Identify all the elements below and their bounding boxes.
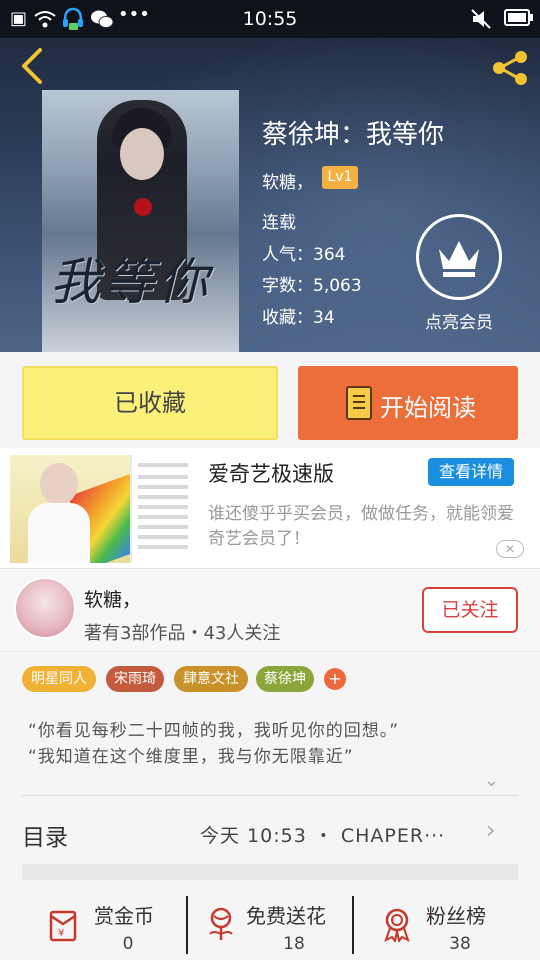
chevron-right-icon[interactable]: › [486, 816, 496, 844]
stat-flowers-label: 免费送花 [246, 904, 326, 928]
start-reading-button[interactable]: 开始阅读 [298, 366, 518, 440]
book-header: ▣ ••• 10:55 我等你 蔡徐坤：我等你 软糖， Lv1 连载 人气：36… [0, 0, 540, 352]
book-title: 蔡徐坤：我等你 [262, 120, 445, 150]
saved-button[interactable]: 已收藏 [22, 366, 278, 440]
cover-title: 我等你 [50, 253, 212, 311]
add-tag-button[interactable]: + [324, 668, 346, 690]
status-time: 10:55 [242, 8, 298, 30]
author-stats: 著有3部作品・43人关注 [84, 623, 281, 644]
stat-flowers-value: 18 [283, 934, 305, 954]
cover-face [120, 128, 164, 180]
stat-fans-label: 粉丝榜 [426, 904, 486, 928]
book-author[interactable]: 软糖， [262, 168, 313, 193]
ad-banner[interactable]: 爱奇艺极速版 查看详情 谁还傻乎乎买会员，做做任务，就能领爱奇艺会员了！ ✕ [0, 448, 540, 568]
author-row[interactable]: 软糖， 著有3部作品・43人关注 已关注 [0, 568, 540, 652]
ad-image[interactable] [10, 455, 194, 563]
tag-item[interactable]: 蔡徐坤 [256, 666, 314, 692]
red-envelope-icon: ¥ [49, 910, 77, 942]
follow-button[interactable]: 已关注 [422, 587, 518, 633]
book-popularity: 人气：364 [262, 245, 346, 265]
author-name: 软糖， [84, 589, 142, 611]
toc-latest-chapter[interactable]: 今天 10:53 ・ CHAPER··· [200, 821, 445, 848]
ad-title: 爱奇艺极速版 [208, 462, 334, 486]
ad-detail-button[interactable]: 查看详情 [428, 458, 514, 486]
vip-label[interactable]: 点亮会员 [410, 308, 508, 333]
ad-description: 谁还傻乎乎买会员，做做任务，就能领爱奇艺会员了！ [208, 504, 514, 549]
battery-icon [504, 9, 533, 26]
stat-coins-value: 0 [122, 934, 134, 954]
start-reading-label: 开始阅读 [380, 394, 476, 422]
stat-fans-value: 38 [449, 934, 471, 954]
vip-button[interactable] [416, 214, 502, 300]
stat-coins[interactable]: ¥ 赏金币 0 [0, 890, 176, 960]
section-gap [22, 864, 518, 880]
book-favorites: 收藏：34 [262, 308, 335, 328]
tag-item[interactable]: 肆意文社 [174, 666, 248, 692]
book-cover[interactable]: 我等你 [42, 90, 239, 352]
toc-label[interactable]: 目录 [22, 818, 68, 852]
svg-text:¥: ¥ [58, 928, 64, 939]
tag-item[interactable]: 明星同人 [22, 666, 96, 692]
divider [22, 795, 518, 796]
crown-icon [439, 241, 479, 277]
medal-icon [384, 908, 410, 942]
book-quote: “你看见每秒二十四帧的我，我听见你的回想。” [28, 721, 400, 741]
cover-rose [134, 198, 152, 216]
level-badge: Lv1 [322, 166, 358, 189]
author-avatar[interactable] [14, 577, 76, 639]
status-bar: ▣ ••• 10:55 [0, 0, 540, 38]
expand-chevron-icon[interactable]: ⌄ [484, 770, 499, 791]
book-word-count: 字数：5,063 [262, 276, 362, 296]
mute-icon [471, 9, 491, 29]
book-icon [346, 386, 372, 420]
tag-item[interactable]: 宋雨琦 [106, 666, 164, 692]
back-arrow-icon[interactable] [14, 46, 54, 86]
stat-flowers[interactable]: 免费送花 18 [188, 890, 364, 960]
stat-coins-label: 赏金币 [94, 904, 154, 928]
book-quote: “我知道在这个维度里，我与你无限靠近” [28, 747, 354, 767]
share-icon[interactable] [490, 50, 530, 86]
bottom-stats: ¥ 赏金币 0 免费送花 18 粉丝榜 38 [0, 890, 540, 960]
ad-close-icon[interactable]: ✕ [496, 540, 524, 558]
flower-icon [209, 907, 233, 940]
book-status: 连载 [262, 213, 296, 233]
stat-fans[interactable]: 粉丝榜 38 [354, 890, 530, 960]
